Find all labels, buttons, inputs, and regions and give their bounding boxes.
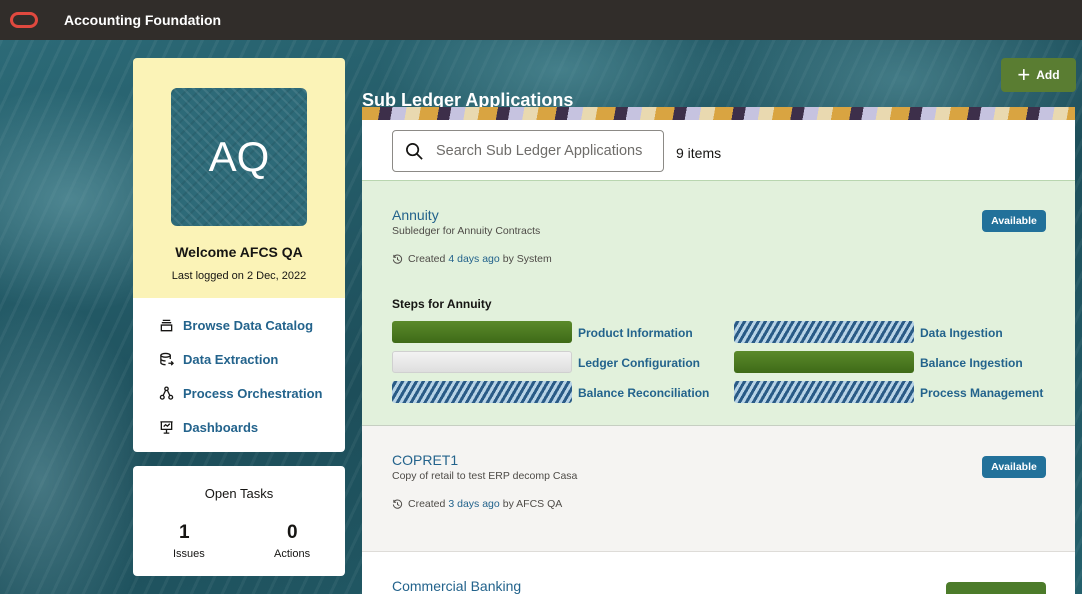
profile-card: AQ Welcome AFCS QA Last logged on 2 Dec,… <box>133 58 345 298</box>
search-box[interactable] <box>392 130 664 172</box>
actions-count[interactable]: 0 <box>287 522 298 544</box>
issues-label: Issues <box>173 548 205 560</box>
welcome-text: Welcome AFCS QA <box>175 244 303 260</box>
nav-browse-data-catalog[interactable]: Browse Data Catalog <box>159 318 313 333</box>
step-bar-product-information <box>392 321 572 343</box>
app-name-link[interactable]: COPRET1 <box>392 452 458 468</box>
created-by: by AFCS QA <box>502 498 563 510</box>
avatar: AQ <box>171 88 307 226</box>
created-when-link[interactable]: 3 days ago <box>448 498 499 510</box>
nav-item-label: Data Extraction <box>183 352 279 367</box>
app-name-link[interactable]: Commercial Banking <box>392 578 521 594</box>
actions-label: Actions <box>274 548 311 560</box>
step-link-balance-reconciliation[interactable]: Balance Reconciliation <box>578 386 709 400</box>
items-count: 9 items <box>676 145 722 161</box>
orchestration-icon <box>159 386 174 400</box>
nav-item-label: Process Orchestration <box>183 386 323 401</box>
applications-panel: 9 items Annuity Subledger for Annuity Co… <box>362 120 1075 594</box>
created-when-link[interactable]: 4 days ago <box>448 253 499 265</box>
step-link-ledger-configuration[interactable]: Ledger Configuration <box>578 356 700 370</box>
open-tasks-card: Open Tasks 1 Issues 0 Actions <box>133 466 345 576</box>
app-created-meta: Created 4 days ago by System <box>392 253 552 265</box>
oracle-logo-icon[interactable] <box>10 12 38 28</box>
nav-item-label: Browse Data Catalog <box>183 318 314 333</box>
created-prefix: Created <box>408 498 446 510</box>
search-icon <box>406 142 423 160</box>
nav-process-orchestration[interactable]: Process Orchestration <box>159 386 322 401</box>
app-description: Copy of retail to test ERP decomp Casa <box>392 470 578 482</box>
open-tasks-title: Open Tasks <box>204 486 274 501</box>
nav-dashboards[interactable]: Dashboards <box>159 420 258 435</box>
step-link-data-ingestion[interactable]: Data Ingestion <box>920 326 1003 340</box>
step-bar-process-management <box>734 381 914 403</box>
step-link-balance-ingestion[interactable]: Balance Ingestion <box>920 356 1023 370</box>
status-badge: Available <box>982 456 1046 478</box>
step-link-process-management[interactable]: Process Management <box>920 386 1043 400</box>
step-bar-balance-reconciliation <box>392 381 572 403</box>
header-banner <box>362 107 1075 120</box>
step-link-product-information[interactable]: Product Information <box>578 326 693 340</box>
app-card-annuity[interactable]: Annuity Subledger for Annuity Contracts … <box>362 180 1075 426</box>
nav-item-label: Dashboards <box>183 420 259 435</box>
catalog-icon <box>160 319 173 332</box>
created-prefix: Created <box>408 253 446 265</box>
step-bar-balance-ingestion <box>734 351 914 373</box>
status-badge <box>946 582 1046 594</box>
app-name-link[interactable]: Annuity <box>392 207 439 223</box>
app-description: Subledger for Annuity Contracts <box>392 225 541 237</box>
search-input[interactable] <box>434 142 658 160</box>
step-bar-ledger-configuration <box>392 351 572 373</box>
add-button-label: Add <box>1036 68 1060 82</box>
add-button[interactable]: + Add <box>1001 58 1076 92</box>
nav-data-extraction[interactable]: Data Extraction <box>159 352 278 367</box>
history-icon <box>392 254 403 264</box>
history-icon <box>392 499 403 509</box>
status-badge: Available <box>982 210 1046 232</box>
plus-icon: + <box>1017 62 1031 87</box>
app-created-meta: Created 3 days ago by AFCS QA <box>392 498 562 510</box>
top-bar: Accounting Foundation <box>0 0 1082 40</box>
app-card-copret1[interactable]: COPRET1 Copy of retail to test ERP decom… <box>362 426 1075 552</box>
last-logged-text: Last logged on 2 Dec, 2022 <box>171 270 307 282</box>
app-title: Accounting Foundation <box>64 12 222 28</box>
created-by: by System <box>502 253 552 265</box>
steps-title: Steps for Annuity <box>392 297 492 311</box>
avatar-initials: AQ <box>208 133 270 180</box>
database-export-icon <box>160 352 174 366</box>
dashboard-icon <box>160 421 173 434</box>
step-bar-data-ingestion <box>734 321 914 343</box>
issues-count[interactable]: 1 <box>179 522 190 544</box>
nav-card: Browse Data Catalog Data Extraction Proc… <box>133 298 345 452</box>
app-card-commercial-banking[interactable]: Commercial Banking <box>362 552 1075 594</box>
